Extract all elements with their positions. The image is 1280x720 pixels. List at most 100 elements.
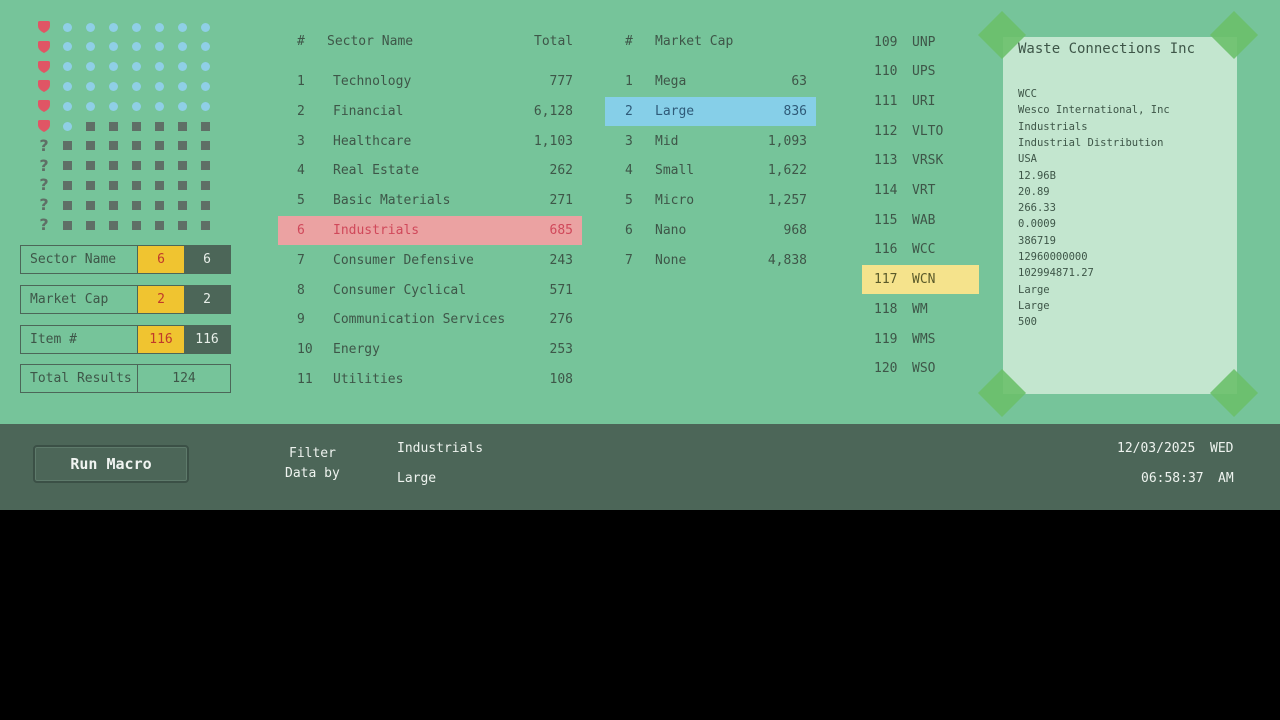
dot-icon [103,57,123,77]
dot-icon [57,96,77,116]
sector-row-num: 1 [297,74,305,89]
ticker-row[interactable]: 119 WMS [862,325,979,354]
square-icon [126,215,146,235]
market-cap-row[interactable]: 7 None 4,838 [605,246,816,275]
square-icon [126,195,146,215]
market-cap-row[interactable]: 5 Micro 1,257 [605,186,816,215]
company-detail-line: 0.0009 [1018,218,1056,231]
sector-row[interactable]: 11 Utilities 108 [278,365,582,394]
ticker-row-symbol: WMS [912,331,936,347]
filter-market-cap[interactable]: Market Cap 2 2 [20,285,231,314]
sector-row[interactable]: 3 Healthcare 1,103 [278,127,582,156]
sector-row[interactable]: 8 Consumer Cyclical 571 [278,276,582,305]
sector-row-num: 8 [297,282,305,298]
ticker-row[interactable]: 117 WCN [862,265,979,295]
company-detail-line: 20.89 [1018,185,1050,198]
sector-row[interactable]: 2 Financial 6,128 [278,97,582,126]
square-icon [196,116,216,136]
ticker-row-num: 119 [874,331,898,347]
filter-sector-name[interactable]: Sector Name 6 6 [20,245,231,274]
square-icon [103,156,123,176]
square-icon [196,136,216,156]
ticker-row[interactable]: 113 VRSK [862,146,979,175]
sector-row-total: 1,103 [533,133,573,149]
total-results-label: Total Results [21,365,138,392]
sector-row[interactable]: 10 Energy 253 [278,335,582,364]
market-row-num: 5 [625,193,633,209]
dot-icon [57,17,77,37]
square-icon [57,195,77,215]
sector-row[interactable]: 5 Basic Materials 271 [278,186,582,215]
total-results-value: 124 [172,371,196,386]
square-icon [150,215,170,235]
market-cap-row[interactable]: 6 Nano 968 [605,216,816,245]
ticker-row[interactable]: 115 WAB [862,206,979,235]
market-header-num: # [625,34,633,49]
market-row-num: 7 [625,252,633,268]
dot-icon [57,37,77,57]
market-row-name: Small [655,163,695,179]
square-icon [173,156,193,176]
sector-row-name: Consumer Cyclical [333,282,467,298]
filter-item-number[interactable]: Item # 116 116 [20,325,231,354]
ticker-row[interactable]: 111 URI [862,87,979,116]
dot-icon [173,76,193,96]
dot-icon [80,96,100,116]
run-macro-button[interactable]: Run Macro [33,445,189,483]
filter-caption-line1: Filter [289,446,336,461]
dot-icon [196,57,216,77]
market-cap-row[interactable]: 1 Mega 63 [605,67,816,96]
ticker-row[interactable]: 118 WM [862,295,979,324]
dot-icon [80,17,100,37]
market-row-total: 1,093 [767,133,807,149]
company-detail-line: 12960000000 [1018,251,1088,263]
ticker-row[interactable]: 110 UPS [862,57,979,86]
company-detail-line: Industrial Distribution [1018,136,1164,149]
icon-grid: ????? [34,17,234,237]
square-icon [57,215,77,235]
sector-row[interactable]: 4 Real Estate 262 [278,156,582,185]
company-detail-line: USA [1018,153,1037,166]
square-icon [150,195,170,215]
sector-row[interactable]: 6 Industrials 685 [278,216,582,245]
active-market-filter: Large [397,471,437,486]
sector-row[interactable]: 7 Consumer Defensive 243 [278,246,582,275]
main-panel: ????? Sector Name 6 6 Market Cap 2 2 Ite… [0,0,1280,424]
sector-row[interactable]: 1 Technology 777 [278,67,582,96]
ticker-row-symbol: VRSK [912,153,944,169]
square-icon [173,136,193,156]
market-cap-row[interactable]: 4 Small 1,622 [605,156,816,185]
square-icon [80,156,100,176]
heart-icon [34,17,54,37]
market-row-total: 1,257 [767,193,807,209]
square-icon [196,175,216,195]
sector-row-num: 6 [297,223,305,238]
company-detail-line: 266.33 [1018,202,1056,215]
filter-item-label: Item # [21,326,138,353]
ticker-row[interactable]: 116 WCC [862,235,979,264]
sector-row-total: 243 [549,252,573,268]
ticker-row[interactable]: 112 VLTO [862,117,979,146]
square-icon [103,195,123,215]
square-icon [196,156,216,176]
dot-icon [80,37,100,57]
ticker-row[interactable]: 109 UNP [862,28,979,57]
market-cap-row[interactable]: 3 Mid 1,093 [605,127,816,156]
time-display: 06:58:37 [1141,471,1204,486]
ticker-row[interactable]: 120 WSO [862,354,979,383]
sector-row[interactable]: 9 Communication Services 276 [278,305,582,334]
filter-sector-label: Sector Name [21,246,138,273]
total-results: Total Results 124 [20,364,231,393]
filter-market-value: 2 [184,286,230,313]
market-cap-row[interactable]: 2 Large 836 [605,96,816,126]
ticker-row-symbol: UNP [912,34,936,50]
sector-row-name: Real Estate [333,163,420,179]
ticker-row[interactable]: 114 VRT [862,176,979,205]
ticker-row-symbol: VRT [912,183,936,198]
square-icon [173,116,193,136]
market-row-num: 6 [625,223,633,238]
sector-row-num: 2 [297,103,305,119]
ticker-row-symbol: WM [912,301,928,317]
sector-row-num: 11 [297,372,313,387]
dot-icon [103,76,123,96]
